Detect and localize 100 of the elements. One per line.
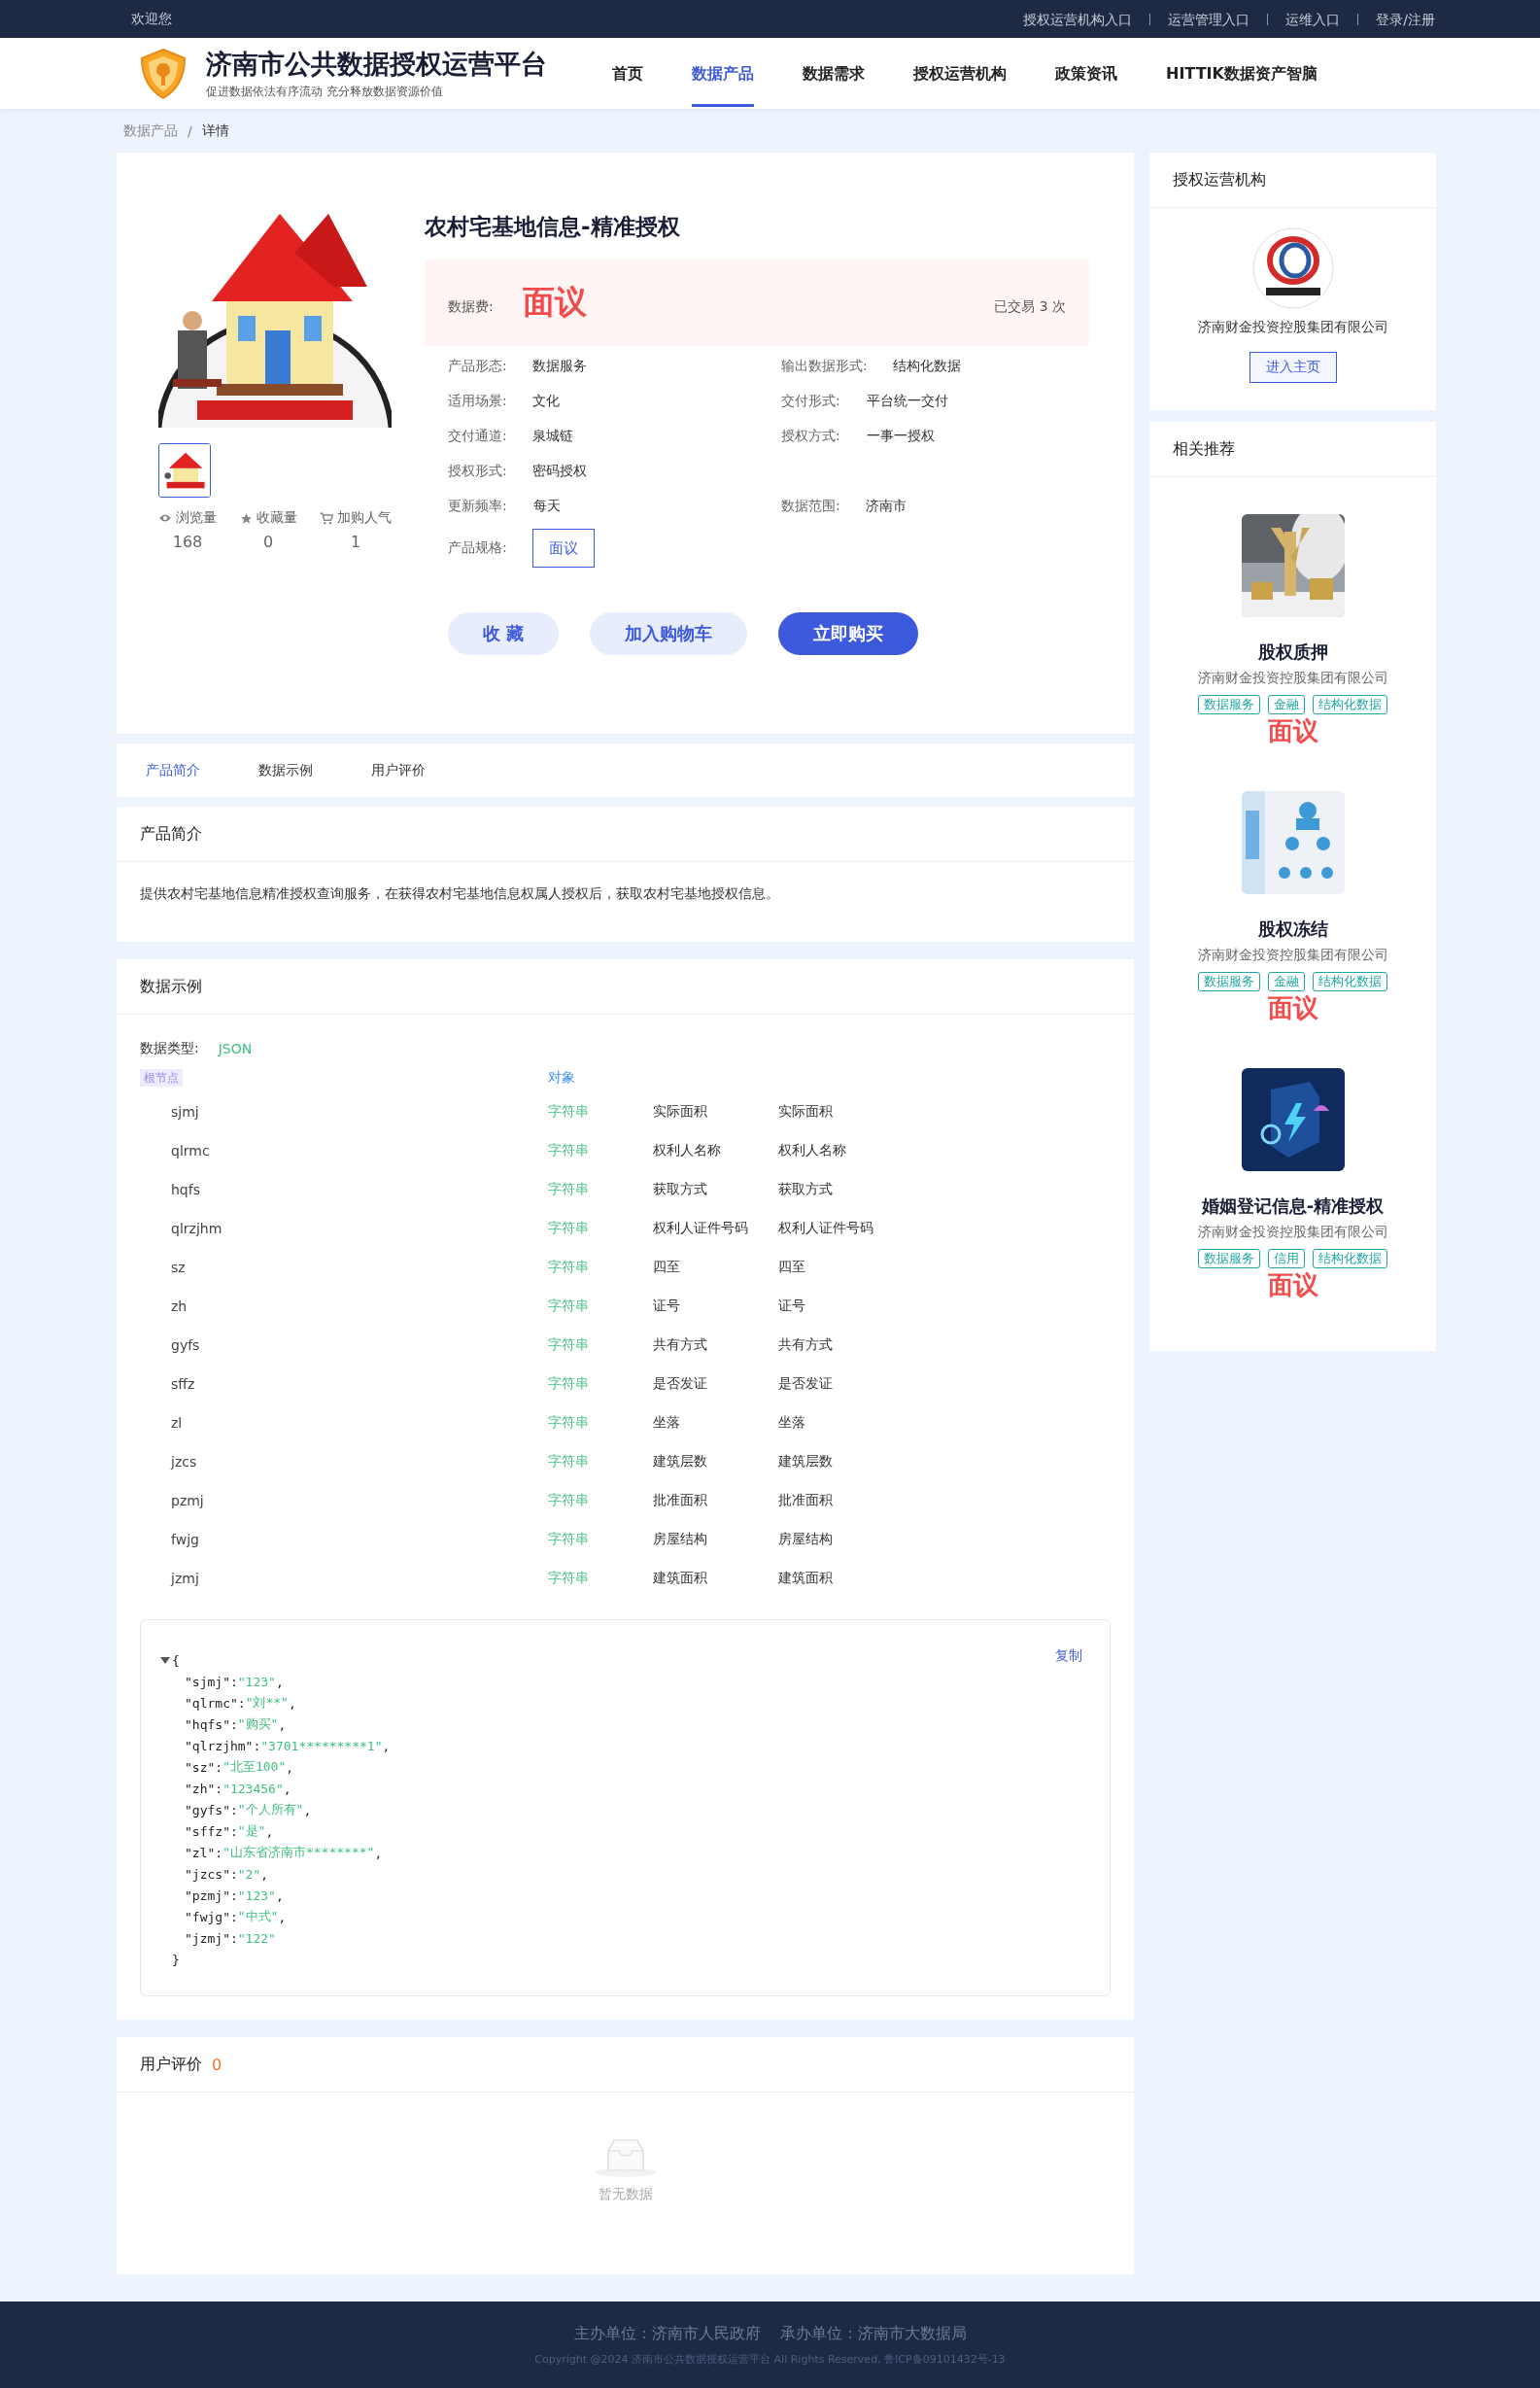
code-comma: , xyxy=(374,1845,383,1860)
product-name[interactable]: 股权质押 xyxy=(1257,640,1328,664)
trade-count: 已交易 3 次 xyxy=(994,297,1066,316)
product-name[interactable]: 股权冻结 xyxy=(1257,917,1328,941)
code-key: "zh": xyxy=(185,1781,223,1796)
tab[interactable]: 产品简介 xyxy=(146,761,200,779)
field-name: zh xyxy=(170,1298,188,1314)
empty-message: 暂无数据 xyxy=(598,2186,653,2203)
table-cell-text: 权利人名称 xyxy=(653,1142,722,1159)
top-link[interactable]: 运营管理入口 xyxy=(1149,13,1268,25)
table-cell-text: 是否发证 xyxy=(653,1375,708,1393)
eye-icon xyxy=(158,513,172,523)
action-button[interactable]: 加入购物车 xyxy=(590,612,748,655)
field-name: sz xyxy=(170,1260,187,1275)
data-type-label: 数据类型: xyxy=(140,1040,199,1057)
nav-item[interactable]: HITTIK数据资产智脑 xyxy=(1166,40,1318,107)
field-name: zl xyxy=(170,1415,184,1431)
field-type: 字符串 xyxy=(548,1220,590,1237)
section-title: 产品简介 xyxy=(140,823,202,845)
table-cell: 证号 xyxy=(778,1298,805,1315)
nav-item[interactable]: 数据需求 xyxy=(803,40,865,107)
attribute-value: 一事一授权 xyxy=(867,428,935,445)
table-cell: 实际面积 xyxy=(778,1103,833,1121)
field-type: 对象 xyxy=(548,1069,576,1087)
nav-item[interactable]: 授权运营机构 xyxy=(913,40,1007,107)
table-cell: 权利人证件号码 xyxy=(778,1220,873,1237)
code-value: "123456" xyxy=(222,1781,284,1796)
stat-value: 1 xyxy=(350,533,361,551)
table-cell-text: 建筑面积 xyxy=(653,1570,708,1587)
table-cell-text: 坐落 xyxy=(653,1414,681,1432)
code-comma: , xyxy=(283,1781,291,1796)
product-name[interactable]: 婚姻登记信息-精准授权 xyxy=(1201,1194,1385,1218)
table-cell: 获取方式 xyxy=(778,1181,833,1198)
footer-text: 主办单位：济南市人民政府 xyxy=(573,2323,761,2344)
attribute-label: 适用场景: xyxy=(448,393,508,410)
caret-icon[interactable] xyxy=(160,1656,170,1664)
action-button[interactable]: 收 藏 xyxy=(448,612,560,655)
table-cell-text: 证号 xyxy=(653,1298,681,1315)
attribute-value: 泉城链 xyxy=(532,428,573,445)
field-type: 字符串 xyxy=(548,1414,590,1432)
field-name: gyfs xyxy=(170,1337,201,1353)
code-value: "北至100" xyxy=(222,1758,287,1776)
homepage-button[interactable]: 进入主页 xyxy=(1249,352,1337,383)
field-type: 字符串 xyxy=(548,1298,590,1315)
field-type: 字符串 xyxy=(548,1453,590,1471)
field-name: hqfs xyxy=(170,1182,201,1197)
attribute-value: 每天 xyxy=(533,498,561,515)
buy-button[interactable]: 立即购买 xyxy=(778,612,919,655)
field-type: 字符串 xyxy=(548,1181,590,1198)
field-name: sffz xyxy=(170,1376,196,1392)
company-name: 济南财金投资控股集团有限公司 xyxy=(1197,319,1388,336)
attribute-value: 文化 xyxy=(532,393,560,410)
empty-inbox-icon xyxy=(594,2137,657,2178)
attribute-value: 济南市 xyxy=(866,498,907,515)
data-type-value: JSON xyxy=(218,1041,253,1056)
table-cell: 共有方式 xyxy=(778,1336,833,1354)
code-key: "sz": xyxy=(185,1759,223,1775)
code-comma: , xyxy=(275,1887,284,1903)
code-value: "3701*********1" xyxy=(260,1738,383,1753)
table-cell-text: 实际面积 xyxy=(653,1103,708,1121)
thumbnail[interactable] xyxy=(158,443,211,498)
company-name: 济南财金投资控股集团有限公司 xyxy=(1197,1224,1388,1241)
code-comma: , xyxy=(303,1802,312,1817)
code-key: "hqfs": xyxy=(185,1716,238,1732)
code-comma: , xyxy=(265,1823,274,1839)
code-key: "sffz": xyxy=(185,1823,238,1839)
code-key: "pzmj": xyxy=(185,1887,238,1903)
review-count: 0 xyxy=(212,2055,222,2074)
nav-item[interactable]: 首页 xyxy=(612,40,643,107)
tag: 金融 xyxy=(1268,972,1305,991)
field-name: jzmj xyxy=(169,1571,200,1586)
tab[interactable]: 用户评价 xyxy=(371,761,426,779)
code-key: "qlrmc": xyxy=(185,1695,246,1711)
code-brace: } xyxy=(172,1952,180,1967)
field-type: 字符串 xyxy=(548,1142,590,1159)
top-link[interactable]: 授权运营机构入口 xyxy=(1006,13,1150,25)
tag: 结构化数据 xyxy=(1313,972,1387,991)
top-link[interactable]: 登录/注册 xyxy=(1357,13,1453,25)
table-cell: 建筑层数 xyxy=(778,1453,833,1471)
tag: 信用 xyxy=(1268,1249,1305,1268)
copy-link[interactable]: 复制 xyxy=(1055,1647,1082,1665)
attribute-label: 产品形态: xyxy=(448,358,508,375)
code-value: "山东省济南市********" xyxy=(222,1844,375,1861)
company-name: 济南财金投资控股集团有限公司 xyxy=(1197,947,1388,964)
nav-item[interactable]: 政策资讯 xyxy=(1055,40,1117,107)
breadcrumb-item: 详情 xyxy=(201,121,229,140)
spec-option[interactable]: 面议 xyxy=(532,529,595,568)
code-key: "fwjg": xyxy=(185,1909,238,1924)
table-cell: 建筑面积 xyxy=(778,1570,833,1587)
nav-item[interactable]: 数据产品 xyxy=(692,40,754,107)
code-key: "qlrzjhm": xyxy=(185,1738,261,1753)
company-name: 济南财金投资控股集团有限公司 xyxy=(1197,670,1388,687)
tab[interactable]: 数据示例 xyxy=(258,761,313,779)
table-cell: 是否发证 xyxy=(778,1375,833,1393)
price: 面议 xyxy=(1267,715,1318,747)
field-type: 字符串 xyxy=(548,1103,590,1121)
tag: 数据服务 xyxy=(1198,972,1260,991)
attribute-value: 密码授权 xyxy=(532,463,587,480)
attribute-value: 平台统一交付 xyxy=(867,393,948,410)
top-link[interactable]: 运维入口 xyxy=(1267,13,1358,25)
